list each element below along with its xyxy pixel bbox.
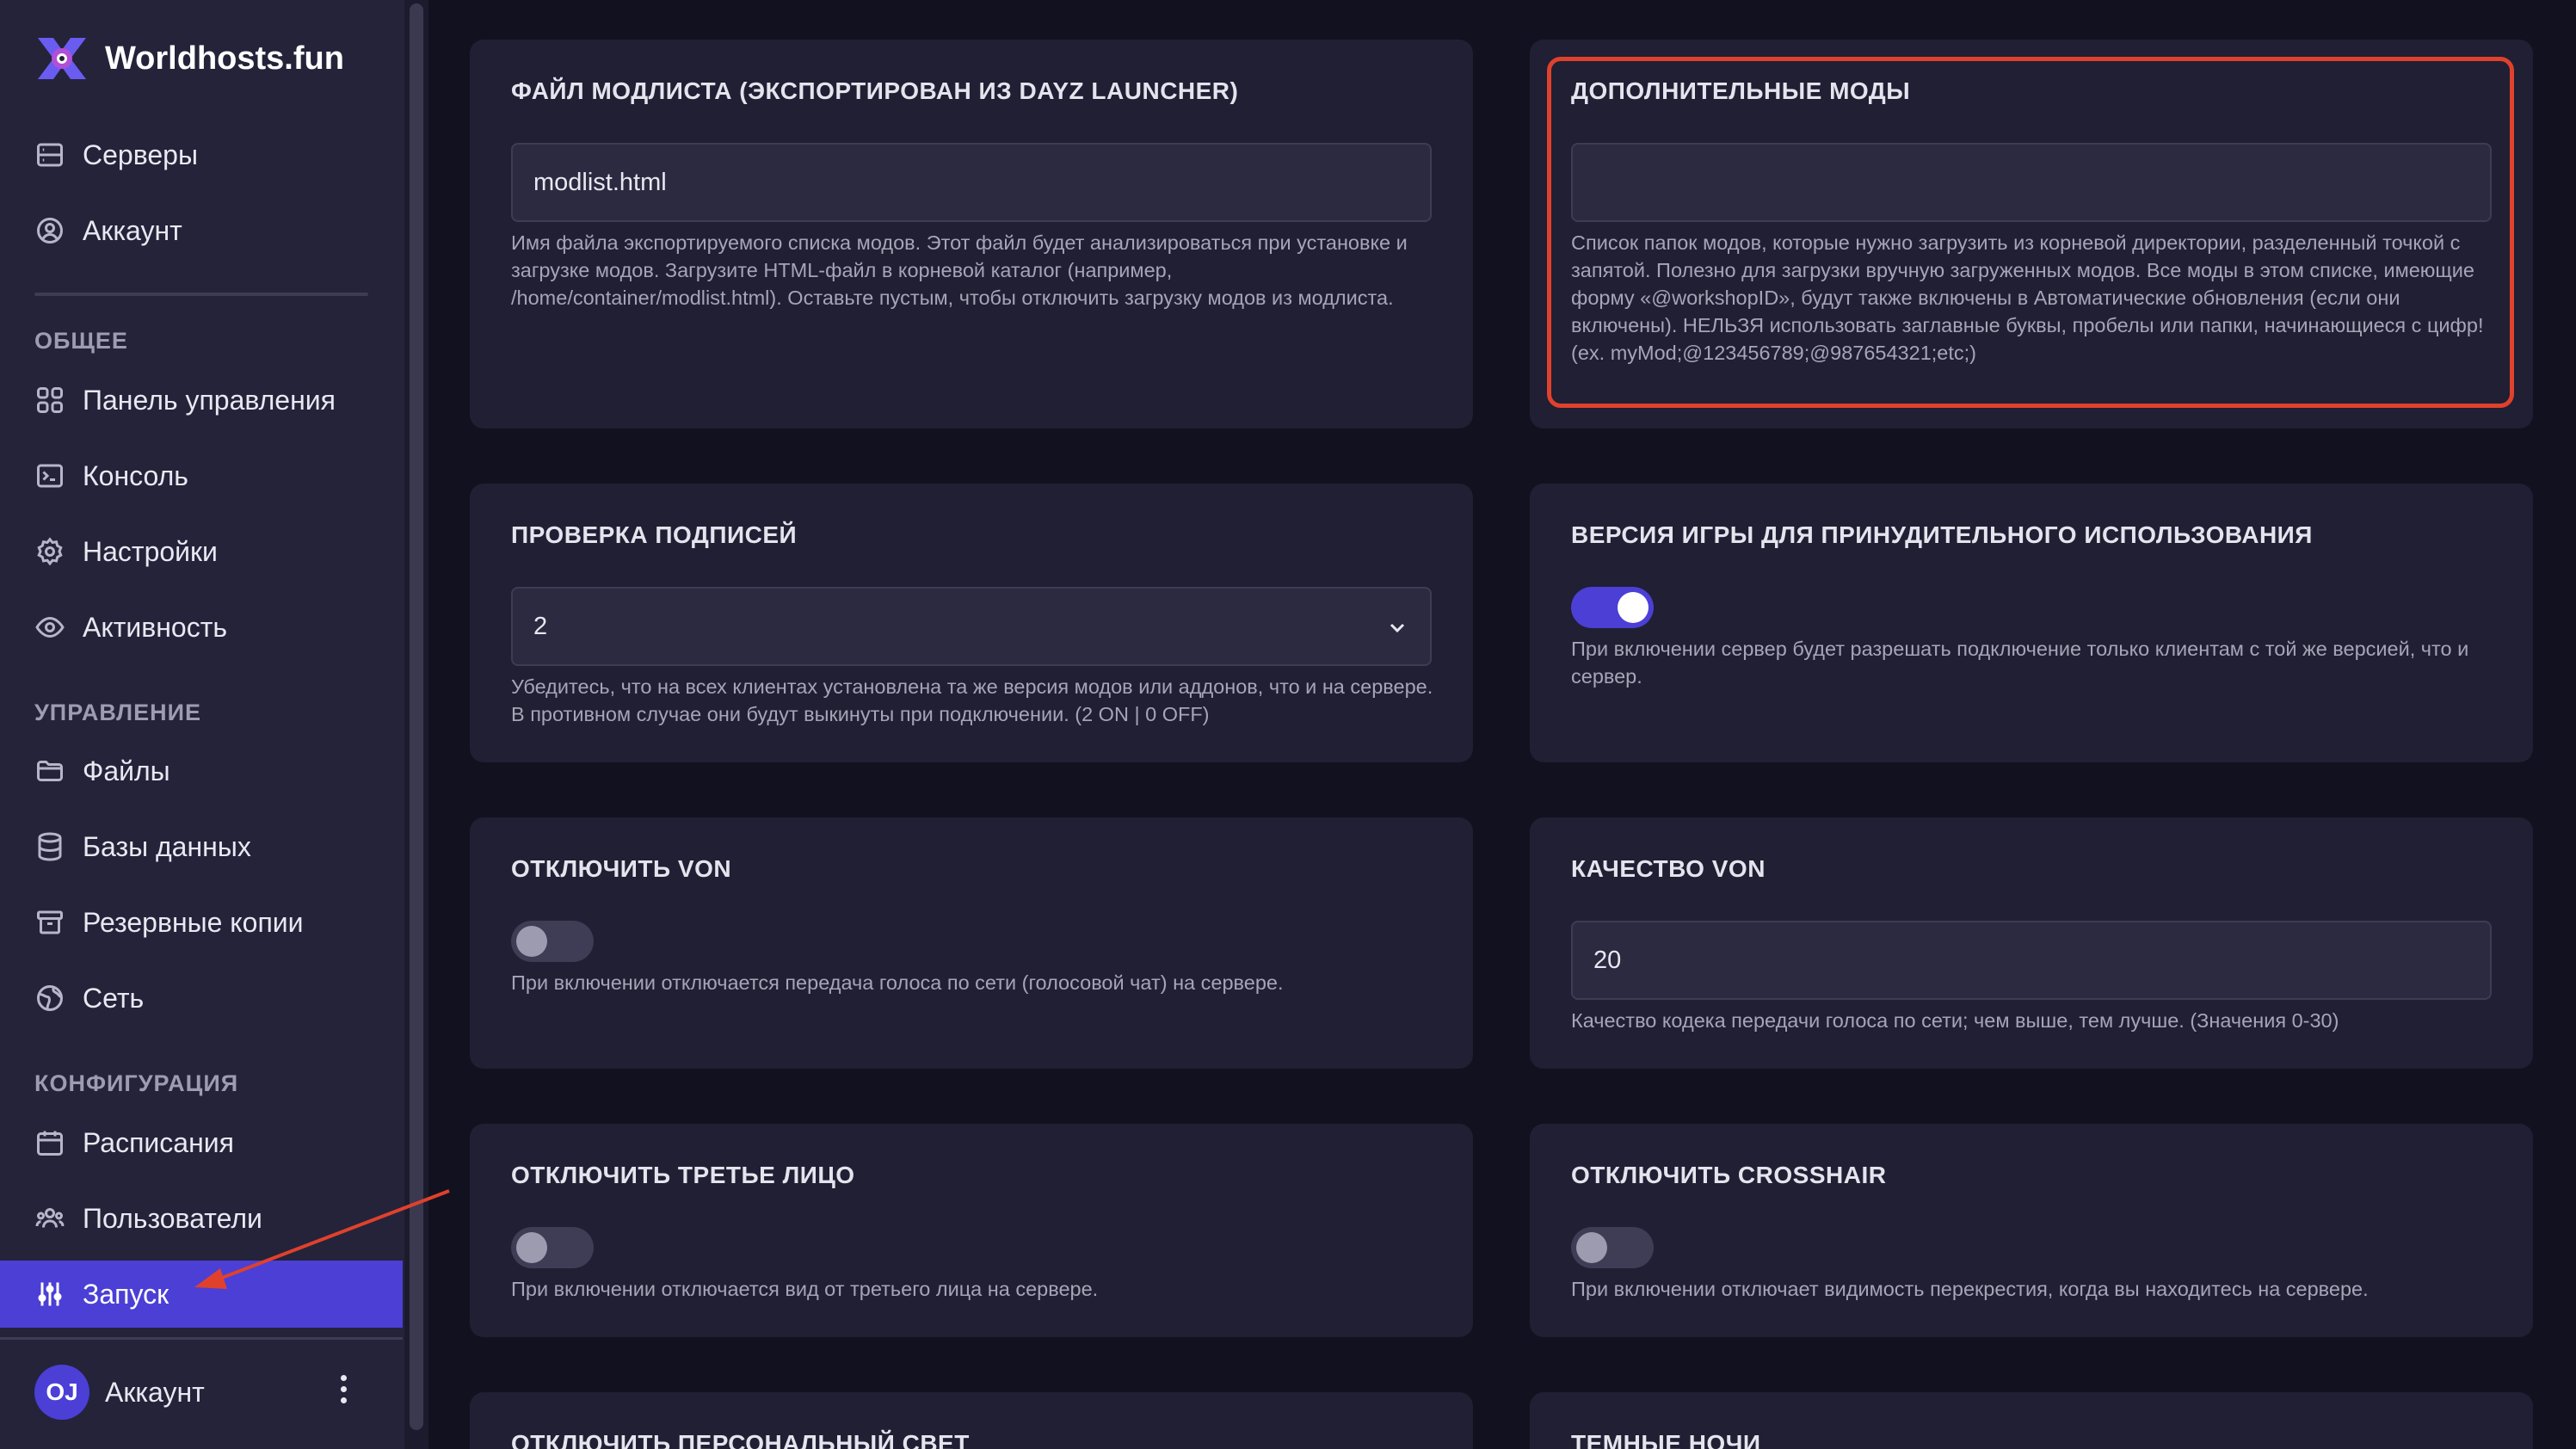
card-title: ОТКЛЮЧИТЬ VON (511, 855, 732, 882)
user-circle-icon (37, 218, 63, 244)
sidebar-item-backups[interactable]: Резервные копии (0, 889, 403, 956)
card-title: ПРОВЕРКА ПОДПИСЕЙ (511, 521, 798, 548)
help-text: Качество кодека передачи голоса по сети;… (1571, 1009, 2339, 1032)
help-text: Имя файла экспортируемого списка модов. … (511, 231, 1408, 309)
third-person-toggle[interactable] (511, 1227, 594, 1268)
toggle-knob (516, 926, 547, 957)
toggle-knob (516, 1232, 547, 1263)
card-disable-crosshair: ОТКЛЮЧИТЬ CROSSHAIR При включении отключ… (1530, 1124, 2533, 1337)
help-text: При включении отключается вид от третьег… (511, 1278, 1099, 1300)
card-signature-verification: ПРОВЕРКА ПОДПИСЕЙ 2 Убедитесь, что на вс… (470, 484, 1473, 762)
sidebar-item-label: Запуск (83, 1278, 169, 1310)
signature-select[interactable]: 2 (511, 587, 1432, 666)
chevron-down-icon (1390, 623, 1405, 633)
sidebar-item-label: Аккаунт (83, 214, 182, 246)
folder-icon (37, 761, 63, 781)
sidebar-divider (34, 293, 368, 296)
sidebar-item-label: Резервные копии (83, 906, 304, 938)
card-disable-third-person: ОТКЛЮЧИТЬ ТРЕТЬЕ ЛИЦО При включении откл… (470, 1124, 1473, 1337)
server-icon (37, 143, 63, 167)
von-quality-input[interactable]: 20 (1571, 921, 2492, 1000)
help-text: При включении отключается передача голос… (511, 971, 1284, 994)
game-version-toggle[interactable] (1571, 587, 1654, 628)
card-title: ОТКЛЮЧИТЬ ПЕРСОНАЛЬНЫЙ СВЕТ (511, 1430, 970, 1449)
disable-von-toggle[interactable] (511, 921, 594, 962)
sidebar-item-settings[interactable]: Настройки (0, 518, 403, 585)
sidebar-item-startup[interactable]: Запуск (0, 1261, 403, 1328)
sidebar-item-label: Серверы (83, 139, 198, 170)
section-label-general: ОБЩЕЕ (34, 328, 128, 354)
help-text: Убедитесь, что на всех клиентах установл… (511, 675, 1433, 725)
select-value: 2 (533, 612, 548, 640)
brand-name: Worldhosts.fun (105, 40, 344, 77)
card-title: ВЕРСИЯ ИГРЫ ДЛЯ ПРИНУДИТЕЛЬНОГО ИСПОЛЬЗО… (1571, 521, 2313, 548)
sidebar-scrollbar[interactable] (410, 3, 423, 1430)
card-disable-personal-light: ОТКЛЮЧИТЬ ПЕРСОНАЛЬНЫЙ СВЕТ (470, 1392, 1473, 1449)
card-title: ФАЙЛ МОДЛИСТА (ЭКСПОРТИРОВАН ИЗ DAYZ LAU… (511, 77, 1239, 104)
calendar-icon (37, 1131, 63, 1156)
sidebar-item-account[interactable]: Аккаунт (0, 197, 403, 264)
toggle-knob (1576, 1232, 1607, 1263)
section-label-management: УПРАВЛЕНИЕ (34, 700, 202, 725)
sidebar-item-label: Настройки (83, 535, 218, 567)
database-icon (38, 832, 62, 861)
kebab-menu-icon[interactable] (341, 1375, 348, 1409)
eye-icon (35, 616, 65, 638)
help-text: При включении сервер будет разрешать под… (1571, 638, 2469, 688)
card-dark-nights: ТЕМНЫЕ НОЧИ (1530, 1392, 2533, 1449)
sidebar-item-label: Активность (83, 611, 228, 643)
gear-icon (37, 537, 63, 566)
logo-icon (38, 38, 86, 79)
sidebar-item-label: Расписания (83, 1126, 234, 1158)
sidebar: Worldhosts.fun Серверы Аккаунт ОБЩЕЕ Пан… (0, 0, 404, 1449)
sidebar-item-users[interactable]: Пользователи (0, 1185, 403, 1252)
card-modlist-file: ФАЙЛ МОДЛИСТА (ЭКСПОРТИРОВАН ИЗ DAYZ LAU… (470, 40, 1473, 429)
grid-icon (37, 387, 63, 413)
help-text: При включении отключает видимость перекр… (1571, 1278, 2369, 1300)
sidebar-item-files[interactable]: Файлы (0, 737, 403, 805)
avatar: OJ (34, 1365, 89, 1420)
sidebar-item-schedules[interactable]: Расписания (0, 1109, 403, 1176)
card-title: КАЧЕСТВО VON (1571, 855, 1766, 882)
account-menu[interactable]: OJ Аккаунт (0, 1349, 403, 1435)
sidebar-item-label: Панель управления (83, 384, 336, 416)
card-title: ОТКЛЮЧИТЬ CROSSHAIR (1571, 1162, 1887, 1188)
terminal-icon (37, 464, 63, 488)
sidebar-item-activity[interactable]: Активность (0, 594, 403, 661)
highlight-box (1547, 57, 2514, 408)
sidebar-item-label: Базы данных (83, 830, 251, 862)
archive-icon (37, 910, 63, 934)
globe-icon (37, 985, 63, 1011)
modlist-input[interactable]: modlist.html (511, 143, 1432, 222)
sidebar-item-databases[interactable]: Базы данных (0, 813, 403, 880)
card-title: ОТКЛЮЧИТЬ ТРЕТЬЕ ЛИЦО (511, 1162, 855, 1188)
brand-logo[interactable]: Worldhosts.fun (34, 34, 344, 83)
toggle-knob (1618, 592, 1649, 623)
card-title: ТЕМНЫЕ НОЧИ (1571, 1430, 1761, 1449)
crosshair-toggle[interactable] (1571, 1227, 1654, 1268)
sidebar-item-network[interactable]: Сеть (0, 965, 403, 1032)
sidebar-item-servers[interactable]: Серверы (0, 121, 403, 188)
card-disable-von: ОТКЛЮЧИТЬ VON При включении отключается … (470, 817, 1473, 1069)
sidebar-item-label: Сеть (83, 982, 145, 1014)
users-icon (35, 1208, 65, 1228)
account-divider (0, 1337, 403, 1340)
card-von-quality: КАЧЕСТВО VON 20 Качество кодека передачи… (1530, 817, 2533, 1069)
section-label-configuration: КОНФИГУРАЦИЯ (34, 1070, 239, 1096)
sidebar-item-label: Файлы (83, 755, 170, 786)
account-label: Аккаунт (105, 1376, 205, 1408)
sidebar-item-label: Пользователи (83, 1202, 262, 1234)
sidebar-item-label: Консоль (83, 459, 188, 491)
card-game-version: ВЕРСИЯ ИГРЫ ДЛЯ ПРИНУДИТЕЛЬНОГО ИСПОЛЬЗО… (1530, 484, 2533, 762)
sidebar-item-dashboard[interactable]: Панель управления (0, 367, 403, 434)
sliders-icon (38, 1282, 62, 1306)
sidebar-item-console[interactable]: Консоль (0, 442, 403, 509)
